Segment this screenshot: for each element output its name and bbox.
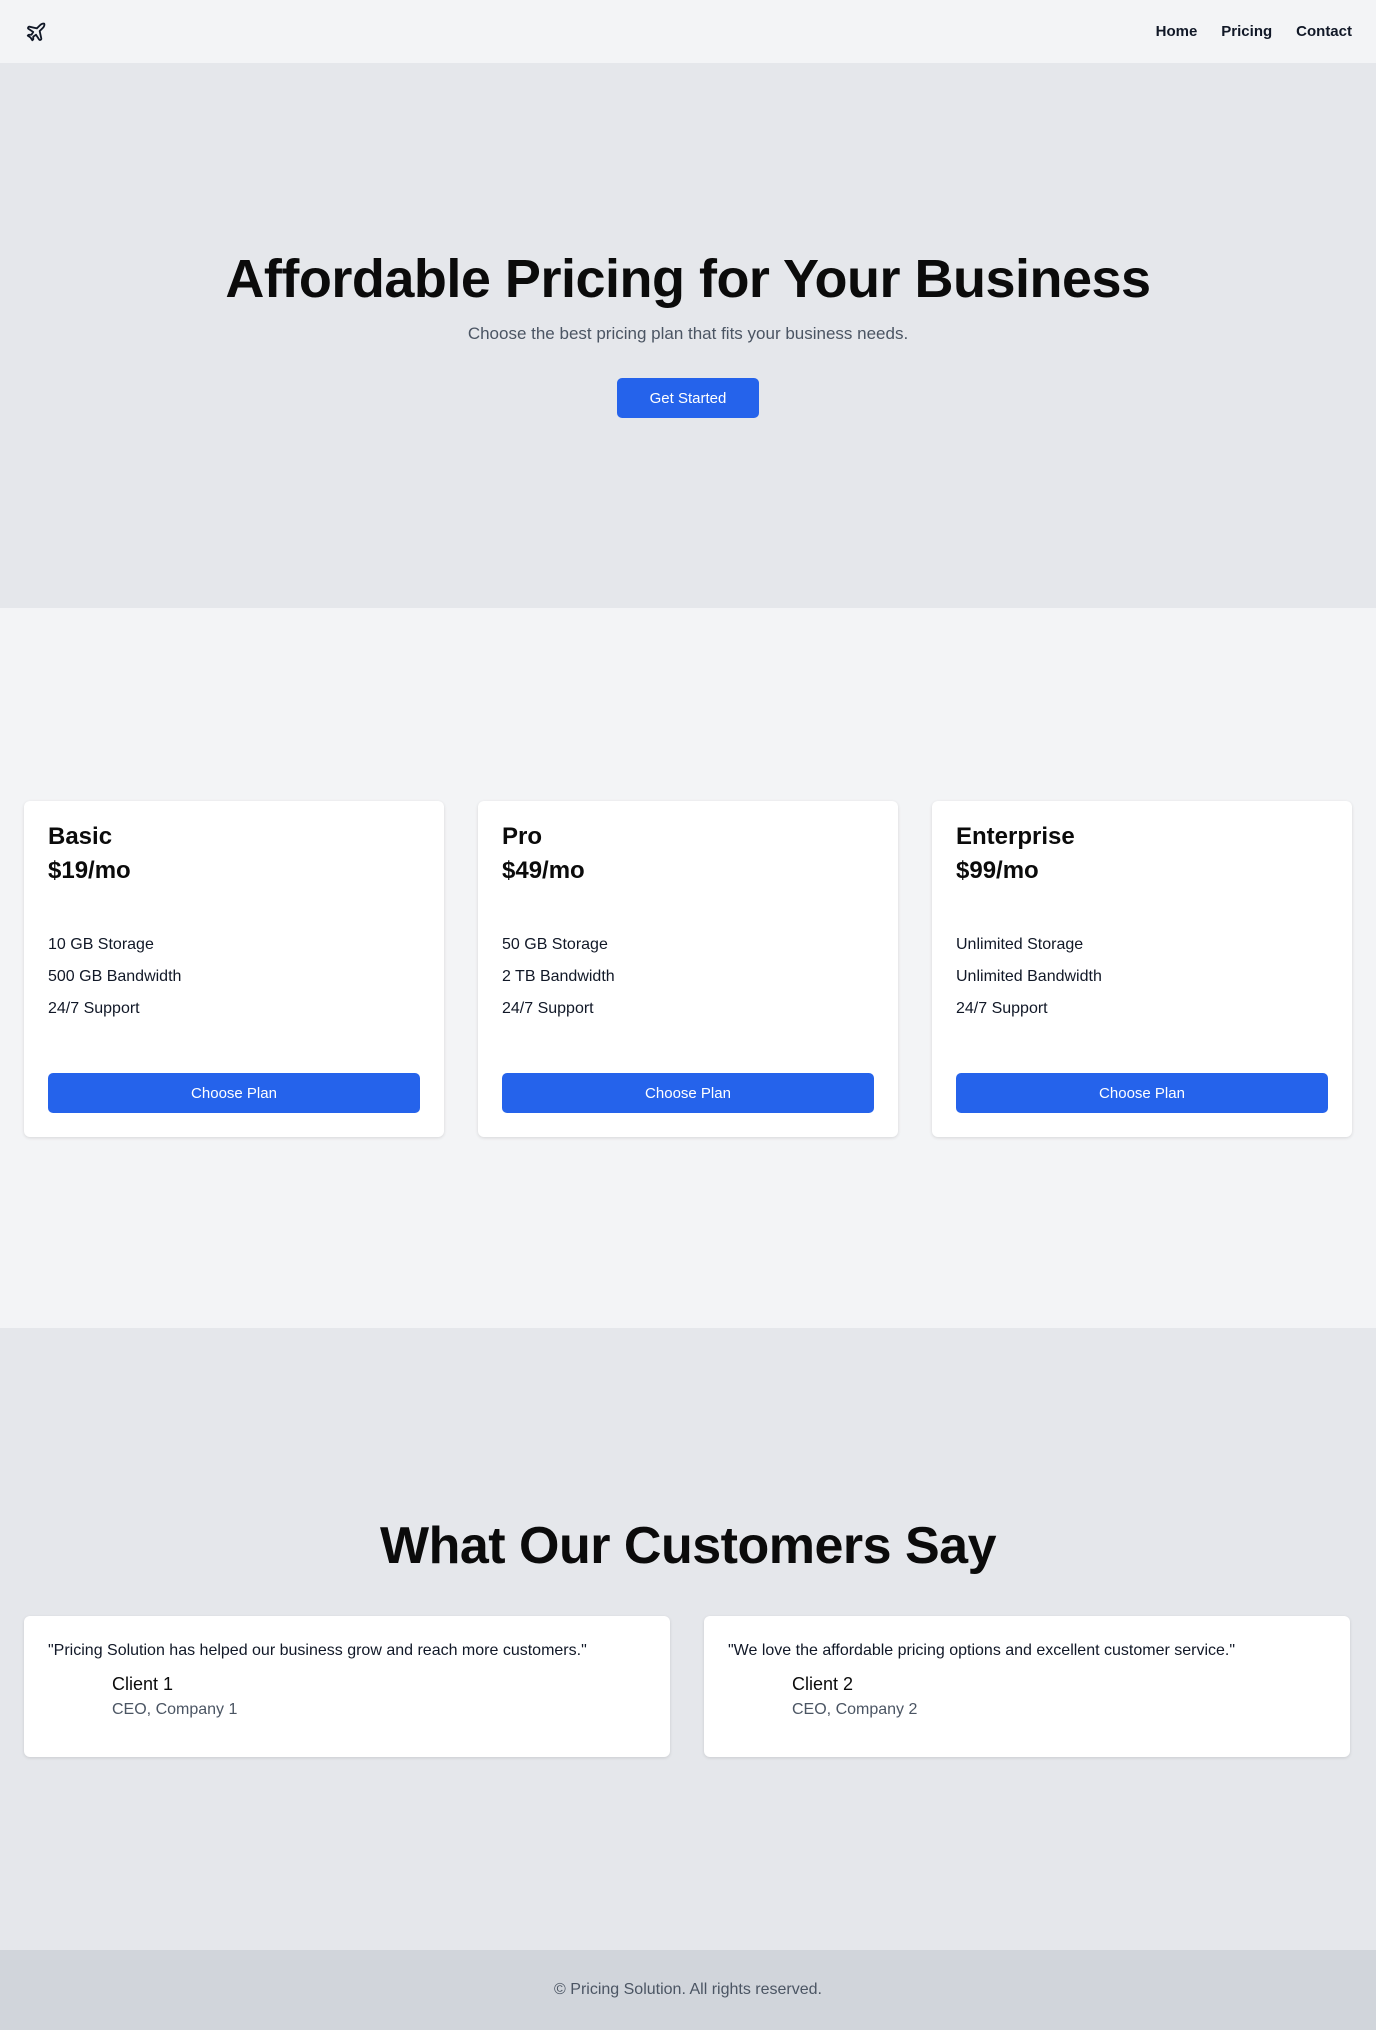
plan-card-pro: Pro $49/mo 50 GB Storage 2 TB Bandwidth … — [478, 801, 898, 1137]
plan-name: Basic — [48, 823, 113, 850]
pricing-section: Basic $19/mo 10 GB Storage 500 GB Bandwi… — [0, 608, 1376, 1328]
plan-features: 10 GB Storage 500 GB Bandwidth 24/7 Supp… — [48, 929, 420, 1025]
plan-feature: Unlimited Bandwidth — [956, 968, 1102, 985]
airplane-icon[interactable] — [24, 20, 48, 44]
testimonial-quote: "Pricing Solution has helped our busines… — [48, 1642, 587, 1659]
plan-card-enterprise: Enterprise $99/mo Unlimited Storage Unli… — [932, 801, 1352, 1137]
hero-title: Affordable Pricing for Your Business — [225, 249, 1151, 309]
testimonials-section: What Our Customers Say "Pricing Solution… — [0, 1328, 1376, 1950]
plan-feature: 50 GB Storage — [502, 936, 608, 953]
testimonial-name: Client 1 — [112, 1674, 174, 1694]
testimonial-card: "Pricing Solution has helped our busines… — [24, 1616, 670, 1757]
testimonial-list: "Pricing Solution has helped our busines… — [24, 1616, 1352, 1757]
testimonial-quote: "We love the affordable pricing options … — [728, 1642, 1236, 1659]
testimonial-card: "We love the affordable pricing options … — [704, 1616, 1350, 1757]
get-started-button[interactable]: Get Started — [617, 378, 759, 418]
hero-subtitle: Choose the best pricing plan that fits y… — [467, 324, 909, 343]
plan-features: 50 GB Storage 2 TB Bandwidth 24/7 Suppor… — [502, 929, 874, 1025]
plan-name: Enterprise — [956, 823, 1075, 850]
plan-feature: Unlimited Storage — [956, 936, 1084, 953]
choose-plan-pro-button[interactable]: Choose Plan — [502, 1073, 874, 1113]
nav-home-link[interactable]: Home — [1156, 23, 1198, 40]
plan-feature: 24/7 Support — [956, 1000, 1048, 1017]
choose-plan-enterprise-button[interactable]: Choose Plan — [956, 1073, 1328, 1113]
footer-copyright: © Pricing Solution. All rights reserved. — [554, 1981, 822, 1998]
plan-feature: 2 TB Bandwidth — [502, 968, 615, 985]
testimonials-title: What Our Customers Say — [379, 1517, 997, 1575]
hero-section: Affordable Pricing for Your Business Cho… — [0, 64, 1376, 608]
nav-contact-link[interactable]: Contact — [1296, 23, 1352, 40]
plan-feature: 10 GB Storage — [48, 936, 154, 953]
plan-price: $19/mo — [48, 857, 131, 884]
plan-card-basic: Basic $19/mo 10 GB Storage 500 GB Bandwi… — [24, 801, 444, 1137]
choose-plan-basic-button[interactable]: Choose Plan — [48, 1073, 420, 1113]
plan-price: $99/mo — [956, 857, 1039, 884]
plan-price: $49/mo — [502, 857, 585, 884]
plan-name: Pro — [502, 823, 543, 850]
testimonial-role: CEO, Company 2 — [792, 1701, 918, 1718]
plan-feature: 24/7 Support — [48, 1000, 140, 1017]
plan-feature: 24/7 Support — [502, 1000, 594, 1017]
testimonial-role: CEO, Company 1 — [112, 1701, 238, 1718]
footer: © Pricing Solution. All rights reserved. — [0, 1950, 1376, 2030]
testimonial-author: Client 2 CEO, Company 2 — [728, 1674, 1326, 1719]
plan-feature: 500 GB Bandwidth — [48, 968, 182, 985]
navbar: Home Pricing Contact — [0, 0, 1376, 64]
testimonial-author: Client 1 CEO, Company 1 — [48, 1674, 646, 1719]
testimonial-name: Client 2 — [792, 1674, 854, 1694]
plan-features: Unlimited Storage Unlimited Bandwidth 24… — [956, 929, 1328, 1025]
main-nav: Home Pricing Contact — [1156, 23, 1352, 40]
nav-pricing-link[interactable]: Pricing — [1221, 23, 1272, 40]
